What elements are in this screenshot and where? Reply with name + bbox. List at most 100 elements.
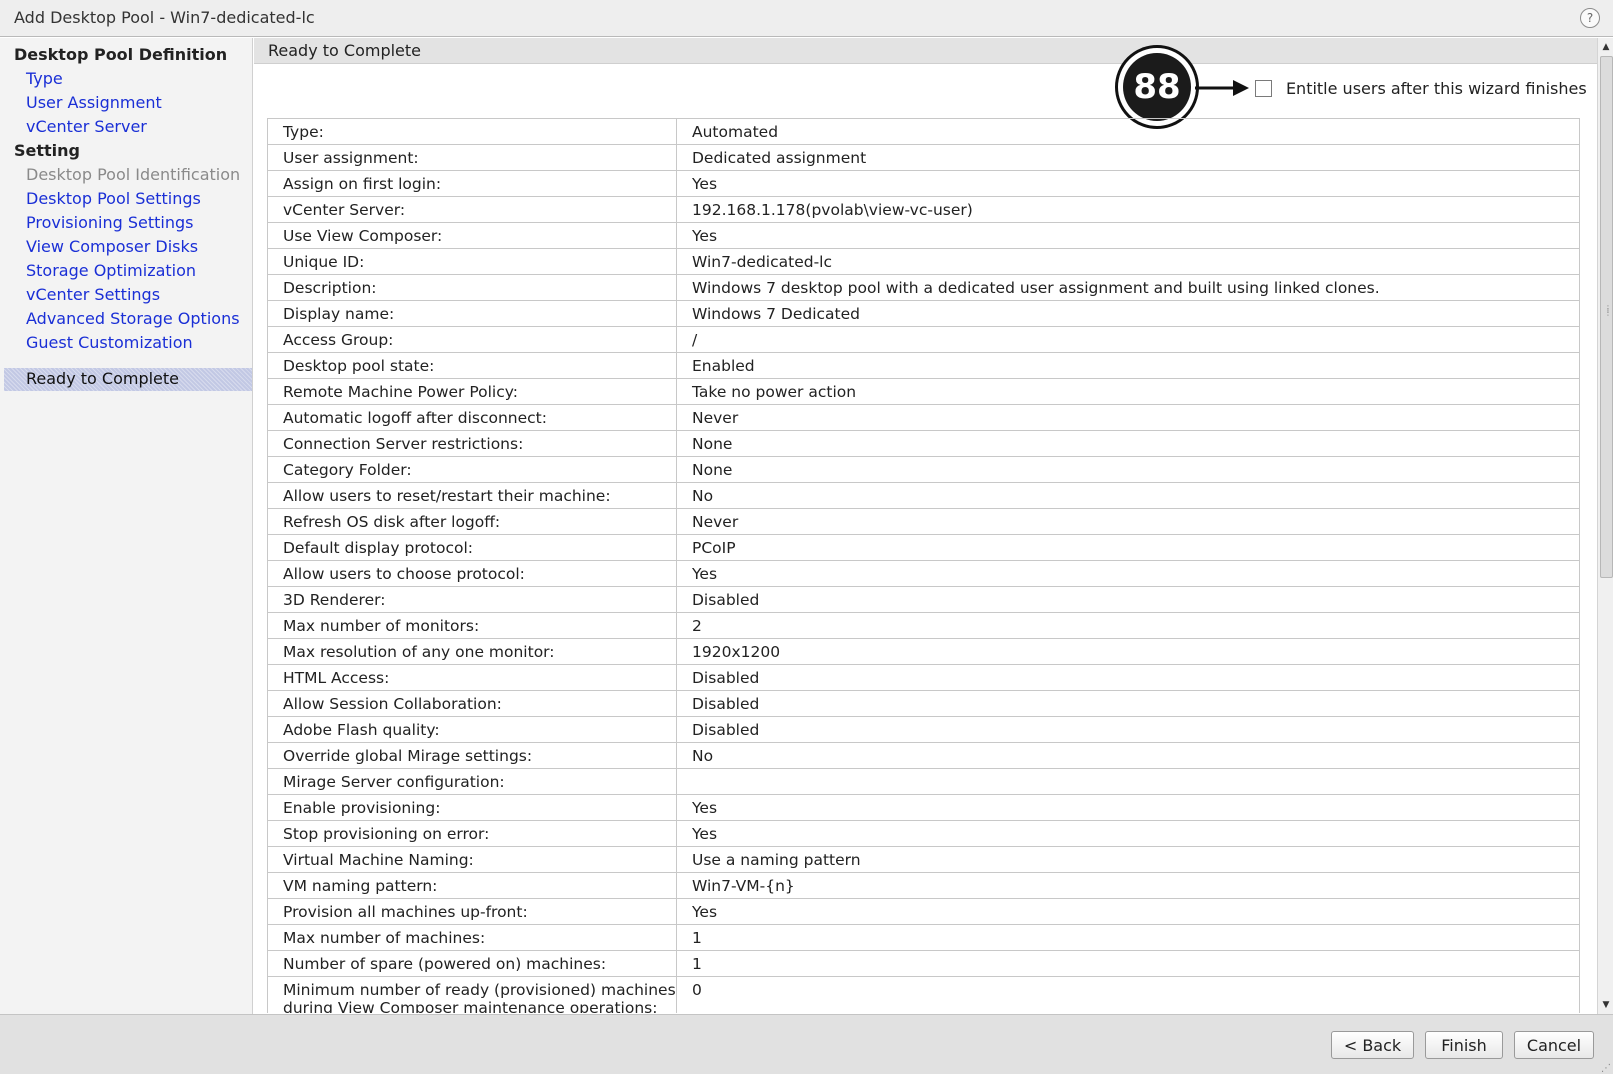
row-label: Desktop pool state:	[267, 352, 677, 379]
nav-item-provisioning-settings[interactable]: Provisioning Settings	[26, 213, 193, 233]
nav-item-type[interactable]: Type	[26, 69, 63, 89]
row-label: Max number of monitors:	[267, 612, 677, 639]
resize-grip-icon[interactable]: ⋰	[1601, 1064, 1611, 1074]
table-row: VM naming pattern: Win7-VM-{n}	[267, 872, 1580, 899]
nav-item-desktop-pool-settings[interactable]: Desktop Pool Settings	[26, 189, 201, 209]
table-row: Automatic logoff after disconnect: Never	[267, 404, 1580, 431]
row-label: Type:	[267, 118, 677, 145]
nav-item-desktop-pool-identification: Desktop Pool Identification	[26, 165, 241, 184]
table-row: User assignment: Dedicated assignment	[267, 144, 1580, 171]
table-row: Max resolution of any one monitor: 1920x1…	[267, 638, 1580, 665]
row-label: HTML Access:	[267, 664, 677, 691]
vertical-scrollbar[interactable]: ▲ ⋮ ⋮ ▼	[1597, 38, 1613, 1014]
table-row: Override global Mirage settings: No	[267, 742, 1580, 769]
row-label: Virtual Machine Naming:	[267, 846, 677, 873]
row-label: Access Group:	[267, 326, 677, 353]
back-button[interactable]: < Back	[1331, 1031, 1414, 1059]
row-value: Yes	[676, 222, 1580, 249]
nav-item-storage-optimization[interactable]: Storage Optimization	[26, 261, 196, 281]
page-header: Ready to Complete	[254, 38, 1597, 64]
row-label: Stop provisioning on error:	[267, 820, 677, 847]
row-label: Adobe Flash quality:	[267, 716, 677, 743]
entitle-users-label: Entitle users after this wizard finishes	[1285, 79, 1587, 98]
nav-item-vcenter-server[interactable]: vCenter Server	[26, 117, 147, 137]
table-row: Description: Windows 7 desktop pool with …	[267, 274, 1580, 301]
table-row: Mirage Server configuration:	[267, 768, 1580, 795]
table-row: Default display protocol: PCoIP	[267, 534, 1580, 561]
nav-item-vcenter-settings[interactable]: vCenter Settings	[26, 285, 160, 305]
table-row: Provision all machines up-front: Yes	[267, 898, 1580, 925]
row-value: Use a naming pattern	[676, 846, 1580, 873]
window-title: Add Desktop Pool - Win7-dedicated-lc	[14, 8, 315, 27]
row-value: Dedicated assignment	[676, 144, 1580, 171]
table-row: HTML Access: Disabled	[267, 664, 1580, 691]
page-title: Ready to Complete	[268, 41, 422, 60]
row-value: Windows 7 desktop pool with a dedicated …	[676, 274, 1580, 301]
nav-item-user-assignment[interactable]: User Assignment	[26, 93, 162, 113]
nav-item-ready-to-complete[interactable]: Ready to Complete	[26, 369, 179, 389]
row-label: Number of spare (powered on) machines:	[267, 950, 677, 977]
entitle-users-checkbox[interactable]	[1255, 80, 1272, 97]
row-label: Allow Session Collaboration:	[267, 690, 677, 717]
row-value: 1920x1200	[676, 638, 1580, 665]
scroll-up-icon[interactable]: ▲	[1598, 40, 1613, 54]
row-label: Automatic logoff after disconnect:	[267, 404, 677, 431]
table-row: Use View Composer: Yes	[267, 222, 1580, 249]
table-row: Number of spare (powered on) machines: 1	[267, 950, 1580, 977]
scroll-down-icon[interactable]: ▼	[1598, 998, 1613, 1012]
row-label: Unique ID:	[267, 248, 677, 275]
nav-item-view-composer-disks[interactable]: View Composer Disks	[26, 237, 198, 257]
row-value: No	[676, 742, 1580, 769]
row-label: User assignment:	[267, 144, 677, 171]
row-value: /	[676, 326, 1580, 353]
row-label: Provision all machines up-front:	[267, 898, 677, 925]
table-row: Access Group: /	[267, 326, 1580, 353]
row-value: 1	[676, 924, 1580, 951]
wizard-nav-sidebar: Desktop Pool Definition Type User Assign…	[0, 38, 253, 1014]
row-label: Remote Machine Power Policy:	[267, 378, 677, 405]
row-value: Disabled	[676, 716, 1580, 743]
nav-item-guest-customization[interactable]: Guest Customization	[26, 333, 193, 353]
table-row: 3D Renderer: Disabled	[267, 586, 1580, 613]
row-value: No	[676, 482, 1580, 509]
row-label: Override global Mirage settings:	[267, 742, 677, 769]
scrollbar-thumb[interactable]: ⋮ ⋮	[1600, 56, 1613, 578]
row-value: 1	[676, 950, 1580, 977]
table-row: Max number of monitors: 2	[267, 612, 1580, 639]
row-value: Disabled	[676, 664, 1580, 691]
row-label: Category Folder:	[267, 456, 677, 483]
callout-badge: 88	[1115, 45, 1199, 129]
row-label: Display name:	[267, 300, 677, 327]
row-label: Max number of machines:	[267, 924, 677, 951]
table-row: Refresh OS disk after logoff: Never	[267, 508, 1580, 535]
row-value: None	[676, 456, 1580, 483]
table-row: Desktop pool state: Enabled	[267, 352, 1580, 379]
help-icon[interactable]: ?	[1580, 8, 1600, 28]
row-label: VM naming pattern:	[267, 872, 677, 899]
row-label: Default display protocol:	[267, 534, 677, 561]
table-row: Max number of machines: 1	[267, 924, 1580, 951]
wizard-footer: < Back Finish Cancel ⋰	[0, 1014, 1613, 1074]
row-label: 3D Renderer:	[267, 586, 677, 613]
row-value: Disabled	[676, 690, 1580, 717]
table-row: Remote Machine Power Policy: Take no powe…	[267, 378, 1580, 405]
row-value: 0	[676, 976, 1580, 1013]
row-value: Yes	[676, 898, 1580, 925]
row-value: 192.168.1.178(pvolab\view-vc-user)	[676, 196, 1580, 223]
window-title-bar: Add Desktop Pool - Win7-dedicated-lc ?	[0, 0, 1613, 37]
row-label: Allow users to reset/restart their machi…	[267, 482, 677, 509]
callout-number: 88	[1123, 53, 1191, 121]
row-value: Win7-VM-{n}	[676, 872, 1580, 899]
cancel-button[interactable]: Cancel	[1514, 1031, 1594, 1059]
finish-button[interactable]: Finish	[1425, 1031, 1503, 1059]
table-row: Allow Session Collaboration: Disabled	[267, 690, 1580, 717]
row-value: Never	[676, 508, 1580, 535]
table-row: Unique ID: Win7-dedicated-lc	[267, 248, 1580, 275]
entitle-users-option[interactable]: Entitle users after this wizard finishes	[1255, 79, 1587, 101]
nav-item-advanced-storage-options[interactable]: Advanced Storage Options	[26, 309, 240, 329]
row-label: Max resolution of any one monitor:	[267, 638, 677, 665]
row-value: Yes	[676, 820, 1580, 847]
callout-arrow-icon	[1195, 80, 1249, 96]
table-row: Assign on first login: Yes	[267, 170, 1580, 197]
table-row: Virtual Machine Naming: Use a naming patt…	[267, 846, 1580, 873]
